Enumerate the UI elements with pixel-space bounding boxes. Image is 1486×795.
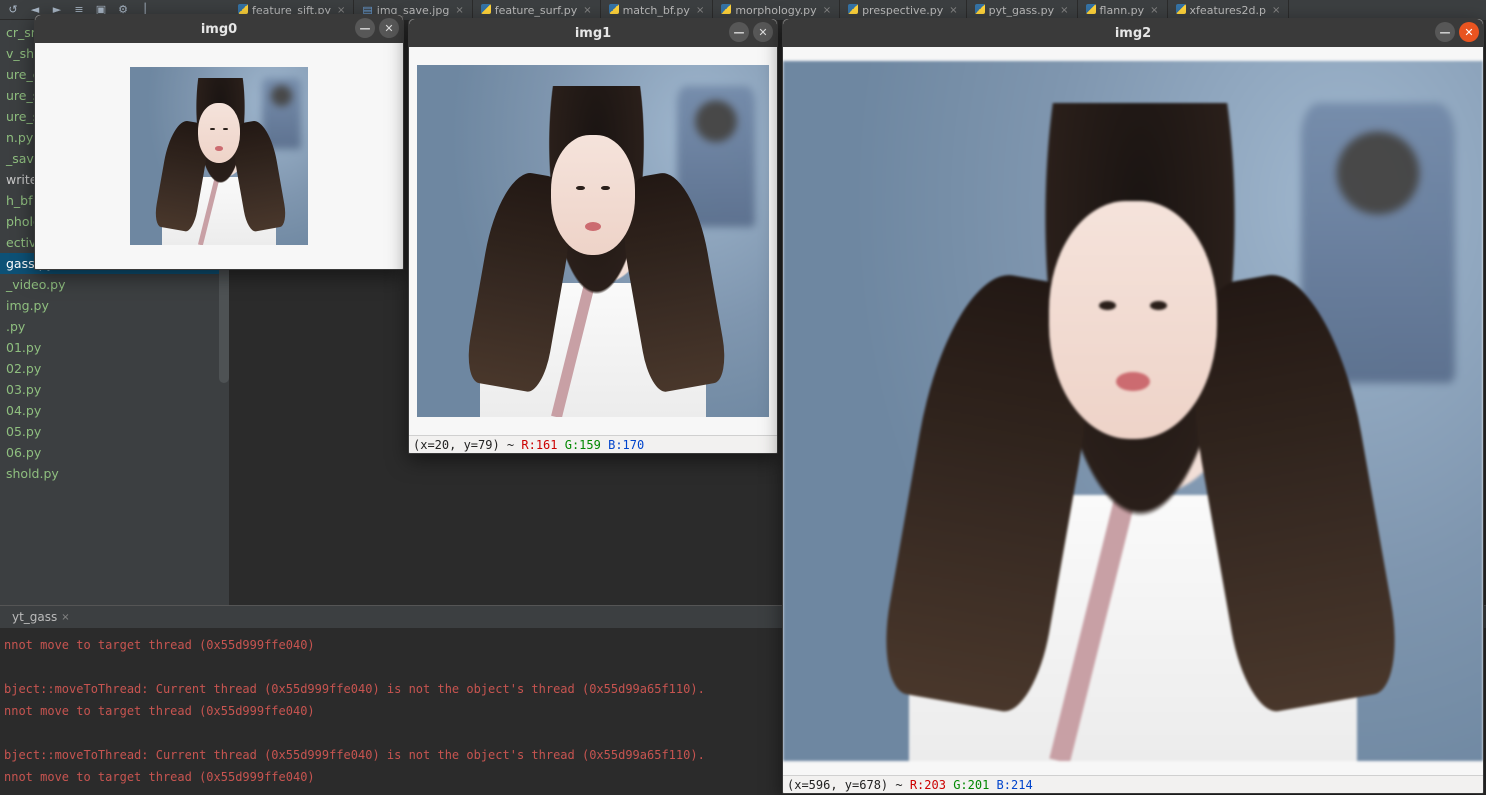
file-tree-item[interactable]: _video.py [0,274,229,295]
window-title: img2 [1115,26,1151,41]
close-icon[interactable]: × [949,5,957,16]
editor-tab-label: match_bf.py [623,4,690,17]
editor-tab[interactable]: feature_surf.py × [473,0,601,20]
titlebar[interactable]: img1 — ✕ [409,19,777,47]
titlebar[interactable]: img0 — ✕ [35,15,403,43]
file-tree-item[interactable]: img.py [0,295,229,316]
python-file-icon [721,4,731,17]
photo-image [417,65,769,417]
cv-window-img2[interactable]: img2 — ✕ (x=596, y=678) ~ R:203 G:201 B:… [782,18,1484,794]
image-canvas[interactable] [783,47,1483,775]
console-tab[interactable]: yt_gass × [6,608,76,626]
cv-window-img0[interactable]: img0 — ✕ [34,14,404,270]
titlebar[interactable]: img2 — ✕ [783,19,1483,47]
close-icon[interactable]: × [583,5,591,16]
file-tree-item[interactable]: .py [0,316,229,337]
minimize-button[interactable]: — [1435,22,1455,42]
file-tree-item[interactable]: 06.py [0,442,229,463]
close-button[interactable]: ✕ [379,18,399,38]
status-bar: (x=20, y=79) ~ R:161 G:159 B:170 [409,435,777,453]
python-file-icon [975,4,985,17]
editor-tab-label: prespective.py [862,4,943,17]
pixel-coords: (x=20, y=79) ~ [413,438,521,452]
close-icon[interactable]: × [455,5,463,16]
image-canvas[interactable] [35,43,403,269]
pixel-r: R:161 [521,438,557,452]
editor-tab[interactable]: pyt_gass.py × [967,0,1078,20]
pixel-r: R:203 [910,778,946,792]
close-icon[interactable]: × [823,5,831,16]
status-bar: (x=596, y=678) ~ R:203 G:201 B:214 [783,775,1483,793]
pixel-b: B:170 [608,438,644,452]
python-file-icon [609,4,619,17]
close-icon[interactable]: × [1060,5,1068,16]
file-tree-item[interactable]: 02.py [0,358,229,379]
image-canvas[interactable] [409,47,777,435]
editor-tab[interactable]: prespective.py × [840,0,967,20]
editor-tab[interactable]: morphology.py × [713,0,840,20]
editor-tab[interactable]: flann.py × [1078,0,1168,20]
python-file-icon [848,4,858,17]
editor-tab-label: pyt_gass.py [989,4,1054,17]
file-tree-item[interactable]: 05.py [0,421,229,442]
editor-tab[interactable]: xfeatures2d.p × [1168,0,1290,20]
history-icon[interactable]: ↺ [4,1,22,19]
photo-image [783,61,1483,761]
close-icon[interactable]: × [696,5,704,16]
python-file-icon [1086,4,1096,17]
python-file-icon [481,4,491,17]
window-title: img1 [575,26,611,41]
file-tree-item[interactable]: 03.py [0,379,229,400]
photo-image [130,67,308,245]
close-icon[interactable]: × [1150,5,1158,16]
pixel-b: B:214 [997,778,1033,792]
python-file-icon [1176,4,1186,17]
minimize-button[interactable]: — [729,22,749,42]
minimize-button[interactable]: — [355,18,375,38]
editor-tab[interactable]: match_bf.py × [601,0,714,20]
pixel-coords: (x=596, y=678) ~ [787,778,910,792]
file-tree-item[interactable]: shold.py [0,463,229,484]
close-icon[interactable]: × [61,612,69,623]
editor-tab-label: xfeatures2d.p [1190,4,1266,17]
file-tree-item[interactable]: 04.py [0,400,229,421]
console-tab-label: yt_gass [12,610,57,624]
file-tree-item[interactable]: 01.py [0,337,229,358]
cv-window-img1[interactable]: img1 — ✕ (x=20, y=79) ~ R:161 G:159 B:17… [408,18,778,454]
close-button[interactable]: ✕ [753,22,773,42]
close-button[interactable]: ✕ [1459,22,1479,42]
pixel-g: G:201 [953,778,989,792]
close-icon[interactable]: × [1272,5,1280,16]
window-title: img0 [201,22,237,37]
editor-tab-label: feature_surf.py [495,4,578,17]
pixel-g: G:159 [565,438,601,452]
editor-tab-bar: feature_sift.py×▤img_save.jpg×feature_su… [230,0,1486,20]
editor-tab-label: flann.py [1100,4,1145,17]
editor-tab-label: morphology.py [735,4,816,17]
